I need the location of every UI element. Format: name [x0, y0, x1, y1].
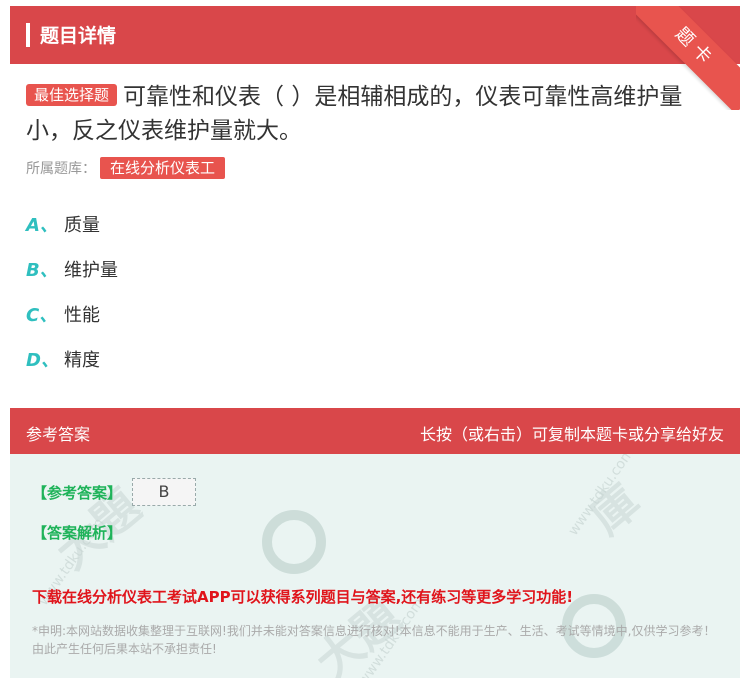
- option-letter: C、: [26, 305, 58, 326]
- option-letter: B、: [26, 260, 58, 281]
- option-d[interactable]: D、 精度: [26, 349, 100, 373]
- disclaimer-text: *申明:本网站数据收集整理于互联网!我们并未能对答案信息进行核对!本信息不能用于…: [32, 624, 716, 656]
- answer-explanation-label: 【答案解析】: [32, 524, 123, 542]
- reference-answer-value[interactable]: B: [132, 478, 196, 506]
- question-type-tag: 最佳选择题: [26, 84, 118, 106]
- option-a[interactable]: A、 质量: [26, 214, 100, 238]
- option-letter: D、: [26, 350, 59, 371]
- header-accent-bar: [26, 23, 30, 47]
- answer-body: 大題 大題 庫 www.tdku.com www.tdku.com www.td…: [10, 454, 740, 678]
- option-text: 维护量: [64, 260, 118, 281]
- answer-header: 参考答案 长按（或右击）可复制本题卡或分享给好友: [10, 408, 740, 454]
- reference-answer-label: 【参考答案】: [32, 484, 123, 502]
- option-text: 性能: [64, 305, 100, 326]
- library-label: 所属题库：: [26, 161, 96, 177]
- question-library: 所属题库： 在线分析仪表工: [26, 157, 226, 179]
- option-text: 精度: [64, 350, 100, 371]
- option-c[interactable]: C、 性能: [26, 304, 100, 328]
- page-title: 题目详情: [40, 25, 117, 47]
- question-text: 可靠性和仪表（ ）是相辅相成的，仪表可靠性高维护量小，反之仪表维护量就大。: [26, 84, 683, 144]
- download-app-link[interactable]: 下载在线分析仪表工考试APP可以获得系列题目与答案,还有练习等更多学习功能!: [32, 586, 573, 607]
- option-text: 质量: [64, 215, 100, 236]
- watermark-logo-icon: [262, 510, 326, 574]
- option-b[interactable]: B、 维护量: [26, 259, 118, 283]
- share-hint: 长按（或右击）可复制本题卡或分享给好友: [419, 425, 724, 444]
- detail-header: 题目详情 题卡: [10, 6, 740, 110]
- answer-section-title: 参考答案: [26, 425, 91, 444]
- library-tag[interactable]: 在线分析仪表工: [100, 157, 226, 179]
- question-stem: 最佳选择题 可靠性和仪表（ ）是相辅相成的，仪表可靠性高维护量小，反之仪表维护量就…: [26, 80, 726, 148]
- option-letter: A、: [26, 215, 58, 236]
